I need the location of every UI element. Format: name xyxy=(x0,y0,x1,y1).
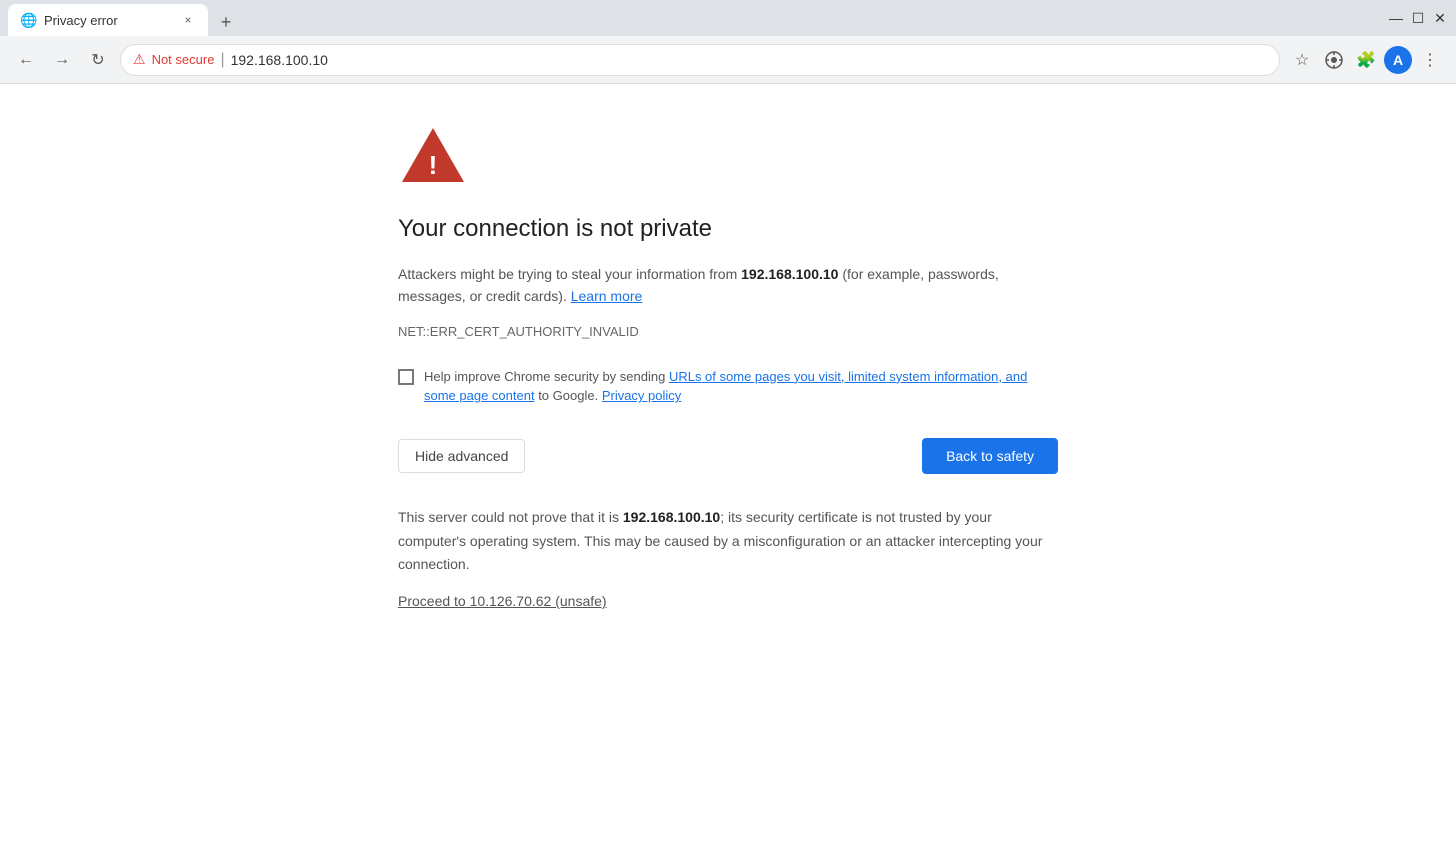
back-button[interactable]: ← xyxy=(12,46,40,74)
checkbox-row: Help improve Chrome security by sending … xyxy=(398,367,1058,406)
proceed-link[interactable]: Proceed to 10.126.70.62 (unsafe) xyxy=(398,593,607,609)
error-code: NET::ERR_CERT_AUTHORITY_INVALID xyxy=(398,324,1058,339)
checkbox-text-before: Help improve Chrome security by sending xyxy=(424,369,669,384)
advanced-text: This server could not prove that it is 1… xyxy=(398,506,1058,577)
svg-text:!: ! xyxy=(429,150,438,180)
page-content: ! Your connection is not private Attacke… xyxy=(0,84,1456,855)
warning-icon: ! xyxy=(398,124,1058,191)
button-row: Hide advanced Back to safety xyxy=(398,438,1058,474)
tab-favicon-icon: 🌐 xyxy=(20,12,36,28)
back-to-safety-button[interactable]: Back to safety xyxy=(922,438,1058,474)
maximize-button[interactable]: ☐ xyxy=(1410,10,1426,26)
chrome-security-checkbox[interactable] xyxy=(398,369,414,385)
close-window-button[interactable]: ✕ xyxy=(1432,10,1448,26)
tab-title: Privacy error xyxy=(44,13,172,28)
error-description: Attackers might be trying to steal your … xyxy=(398,263,1058,308)
star-icon[interactable]: ☆ xyxy=(1288,46,1316,74)
new-tab-button[interactable]: + xyxy=(212,8,240,36)
error-container: ! Your connection is not private Attacke… xyxy=(358,124,1098,815)
window-controls: — ☐ ✕ xyxy=(1388,10,1448,26)
user-avatar[interactable]: A xyxy=(1384,46,1412,74)
toolbar-icons: ☆ 🧩 A ⋮ xyxy=(1288,46,1444,74)
tab-close-button[interactable]: × xyxy=(180,12,196,28)
title-bar: 🌐 Privacy error × + — ☐ ✕ xyxy=(0,0,1456,36)
browser-tab[interactable]: 🌐 Privacy error × xyxy=(8,4,208,36)
reload-button[interactable]: ↻ xyxy=(84,46,112,74)
checkbox-text-after: to Google. xyxy=(535,388,599,403)
address-url: 192.168.100.10 xyxy=(231,52,328,68)
hide-advanced-button[interactable]: Hide advanced xyxy=(398,439,525,473)
advanced-ip-bold: 192.168.100.10 xyxy=(623,509,720,525)
learn-more-link[interactable]: Learn more xyxy=(571,288,643,304)
advanced-text-before: This server could not prove that it is xyxy=(398,509,623,525)
error-title: Your connection is not private xyxy=(398,215,1058,243)
not-secure-text: Not secure xyxy=(152,52,215,67)
address-divider: | xyxy=(220,51,224,69)
warning-triangle-svg: ! xyxy=(398,124,468,186)
checkbox-label: Help improve Chrome security by sending … xyxy=(424,367,1058,406)
more-menu-icon[interactable]: ⋮ xyxy=(1416,46,1444,74)
ip-address-bold: 192.168.100.10 xyxy=(741,266,838,282)
forward-button[interactable]: → xyxy=(48,46,76,74)
browser-frame: 🌐 Privacy error × + — ☐ ✕ ← → ↻ ⚠ Not se… xyxy=(0,0,1456,855)
privacy-policy-link[interactable]: Privacy policy xyxy=(602,388,681,403)
address-field[interactable]: ⚠ Not secure | 192.168.100.10 xyxy=(120,44,1280,76)
description-before: Attackers might be trying to steal your … xyxy=(398,266,741,282)
not-secure-icon: ⚠ xyxy=(133,51,146,68)
extension-puzzle-icon[interactable]: 🧩 xyxy=(1352,46,1380,74)
extensions-icon[interactable] xyxy=(1320,46,1348,74)
minimize-button[interactable]: — xyxy=(1388,10,1404,26)
address-bar: ← → ↻ ⚠ Not secure | 192.168.100.10 ☆ xyxy=(0,36,1456,84)
